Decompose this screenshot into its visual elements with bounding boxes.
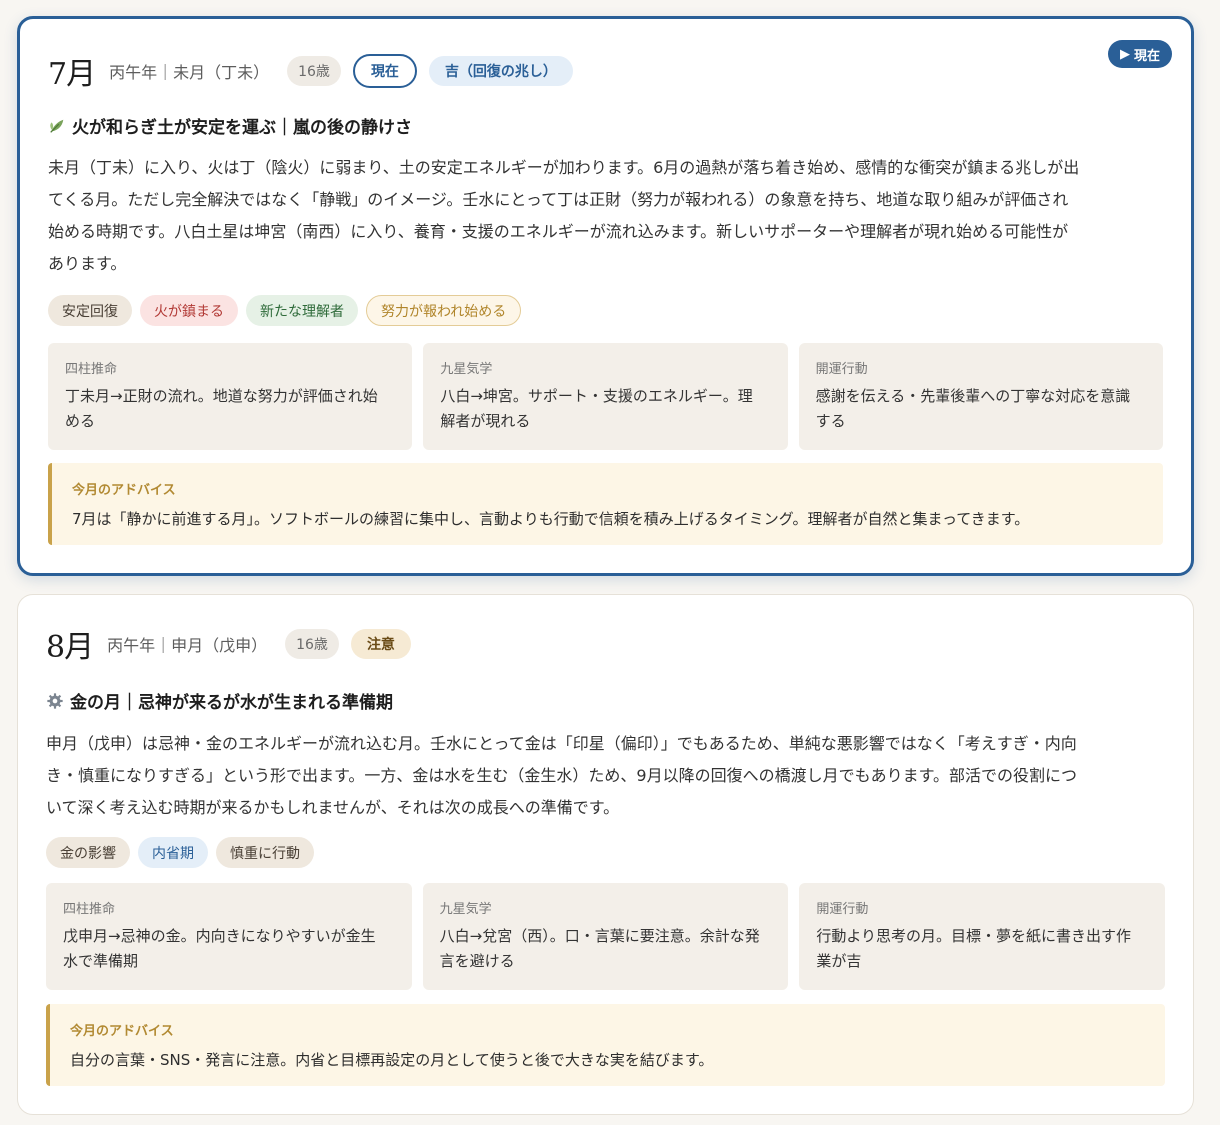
month-card-july: ▶ 現在 7月 丙午年｜未月（丁未） 16歳 現在 吉（回復の兆し） 火が和らぎ… — [17, 16, 1194, 576]
advice-title: 今月のアドバイス — [72, 483, 176, 498]
info-box-kaiun: 開運行動 行動より思考の月。目標・夢を紙に書き出す作 業が吉 — [799, 883, 1166, 990]
tag-list: 金の影響 内省期 慎重に行動 — [46, 837, 1165, 868]
info-box-kyusei: 九星気学 八白→兌宮（西）。口・言葉に要注意。余計な発 言を避ける — [422, 883, 789, 990]
info-box-line: する — [815, 412, 846, 430]
fortune-badge: 吉（回復の兆し） — [428, 56, 573, 86]
advice-text: 7月は「静かに前進する月」。ソフトボールの練習に集中し、言動よりも行動で信頼を積… — [72, 510, 1030, 528]
info-box-title: 四柱推命 — [63, 902, 116, 917]
info-box-line: 感謝を伝える・先輩後輩への丁寧な対応を意識 — [815, 387, 1131, 405]
advice-text: 自分の言葉・SNS・発言に注意。内省と目標再設定の月として使うと後で大きな実を結… — [70, 1051, 714, 1069]
info-box-line: 言を避ける — [439, 952, 515, 970]
info-box-line: 水で準備期 — [63, 952, 139, 970]
info-box-text: 八白→兌宮（西）。口・言葉に要注意。余計な発 言を避ける — [440, 924, 772, 974]
description-line: 始める時期です。八白土星は坤宮（南西）に入り、養育・支援のエネルギーが流れ込みま… — [48, 222, 1069, 241]
info-box-title: 四柱推命 — [65, 362, 118, 377]
info-box-kyusei: 九星気学 八白→坤宮。サポート・支援のエネルギー。理 解者が現れる — [423, 343, 788, 450]
current-pill: 現在 — [352, 54, 417, 88]
info-box-line: める — [65, 412, 96, 430]
subtitle-text: 金の月｜忌神が来るが水が生まれる準備期 — [70, 693, 393, 713]
description-line: いて深く考え込む時期が来るかもしれませんが、それは次の成長への準備です。 — [46, 798, 620, 817]
advice-box: 今月のアドバイス 7月は「静かに前進する月」。ソフトボールの練習に集中し、言動よ… — [48, 463, 1163, 545]
info-boxes: 四柱推命 丁未月→正財の流れ。地道な努力が評価され始 める 九星気学 八白→坤宮… — [48, 343, 1163, 450]
info-box-title: 開運行動 — [816, 902, 869, 917]
description: 未月（丁未）に入り、火は丁（陰火）に弱まり、土の安定エネルギーが加わります。6月… — [48, 152, 1163, 280]
advice-title: 今月のアドバイス — [70, 1024, 174, 1039]
info-box-line: 戊申月→忌神の金。内向きになりやすいが金生 — [63, 927, 376, 945]
info-box-text: 戊申月→忌神の金。内向きになりやすいが金生 水で準備期 — [63, 924, 395, 974]
ganzhi-label: 丙午年｜申月（戊申） — [107, 636, 268, 655]
tag: 努力が報われ始める — [366, 295, 522, 326]
card-subtitle: 火が和らぎ土が安定を運ぶ｜嵐の後の静けさ — [48, 113, 1163, 138]
advice-box: 今月のアドバイス 自分の言葉・SNS・発言に注意。内省と目標再設定の月として使う… — [46, 1004, 1165, 1086]
info-box-line: 丁未月→正財の流れ。地道な努力が評価され始 — [65, 387, 378, 405]
tag: 内省期 — [138, 837, 208, 868]
info-box-text: 八白→坤宮。サポート・支援のエネルギー。理 解者が現れる — [440, 384, 770, 434]
description-line: あります。 — [48, 254, 127, 273]
gear-icon — [47, 692, 63, 709]
tag-list: 安定回復 火が鎮まる 新たな理解者 努力が報われ始める — [48, 295, 1163, 326]
tag: 金の影響 — [46, 837, 130, 868]
description: 申月（戊申）は忌神・金のエネルギーが流れ込む月。壬水にとって金は「印星（偏印）」… — [46, 728, 1165, 824]
leaf-icon — [50, 119, 64, 133]
info-boxes: 四柱推命 戊申月→忌神の金。内向きになりやすいが金生 水で準備期 九星気学 八白… — [46, 883, 1166, 990]
description-line: き・慎重になりすぎる」という形で出ます。一方、金は水を生む（金生水）ため、9月以… — [46, 766, 1077, 785]
info-box-line: 行動より思考の月。目標・夢を紙に書き出す作 — [816, 927, 1132, 945]
ganzhi-label: 丙午年｜未月（丁未） — [109, 63, 270, 82]
info-box-shichu: 四柱推命 戊申月→忌神の金。内向きになりやすいが金生 水で準備期 — [46, 883, 412, 990]
subtitle-text: 火が和らぎ土が安定を運ぶ｜嵐の後の静けさ — [72, 118, 412, 138]
month-title: 7月 — [48, 57, 96, 92]
age-badge: 16歳 — [285, 629, 339, 659]
info-box-line: 八白→兌宮（西）。口・言葉に要注意。余計な発 — [439, 927, 760, 945]
info-box-title: 九星気学 — [440, 362, 493, 377]
info-box-kaiun: 開運行動 感謝を伝える・先輩後輩への丁寧な対応を意識 する — [798, 343, 1163, 450]
month-card-august: 8月 丙午年｜申月（戊申） 16歳 注意 金の月｜忌神が来るが水が生まれる準備期… — [17, 594, 1194, 1115]
info-box-line: 八白→坤宮。サポート・支援のエネルギー。理 — [440, 387, 753, 405]
caution-badge: 注意 — [350, 629, 411, 659]
info-box-line: 業が吉 — [816, 952, 862, 970]
month-title: 8月 — [46, 630, 94, 665]
info-box-line: 解者が現れる — [440, 412, 531, 430]
info-box-text: 感謝を伝える・先輩後輩への丁寧な対応を意識 する — [816, 384, 1146, 434]
card-header: 8月 丙午年｜申月（戊申） 16歳 注意 — [46, 624, 1165, 665]
info-box-shichu: 四柱推命 丁未月→正財の流れ。地道な努力が評価され始 める — [48, 343, 413, 450]
description-line: てくる月。ただし完全解決ではなく「静戦」のイメージ。壬水にとって丁は正財（努力が… — [48, 190, 1069, 209]
tag: 新たな理解者 — [246, 295, 358, 326]
info-box-text: 行動より思考の月。目標・夢を紙に書き出す作 業が吉 — [816, 924, 1148, 974]
description-line: 未月（丁未）に入り、火は丁（陰火）に弱まり、土の安定エネルギーが加わります。6月… — [48, 158, 1080, 177]
tag: 火が鎮まる — [140, 295, 238, 326]
age-badge: 16歳 — [287, 56, 341, 86]
tag: 安定回復 — [48, 295, 132, 326]
info-box-text: 丁未月→正財の流れ。地道な努力が評価され始 める — [65, 384, 395, 434]
info-box-title: 九星気学 — [439, 902, 492, 917]
card-subtitle: 金の月｜忌神が来るが水が生まれる準備期 — [46, 688, 1165, 713]
description-line: 申月（戊申）は忌神・金のエネルギーが流れ込む月。壬水にとって金は「印星（偏印）」… — [46, 734, 1077, 753]
card-header: 7月 丙午年｜未月（丁未） 16歳 現在 吉（回復の兆し） — [48, 51, 1163, 92]
tag: 慎重に行動 — [216, 837, 314, 868]
info-box-title: 開運行動 — [815, 362, 868, 377]
